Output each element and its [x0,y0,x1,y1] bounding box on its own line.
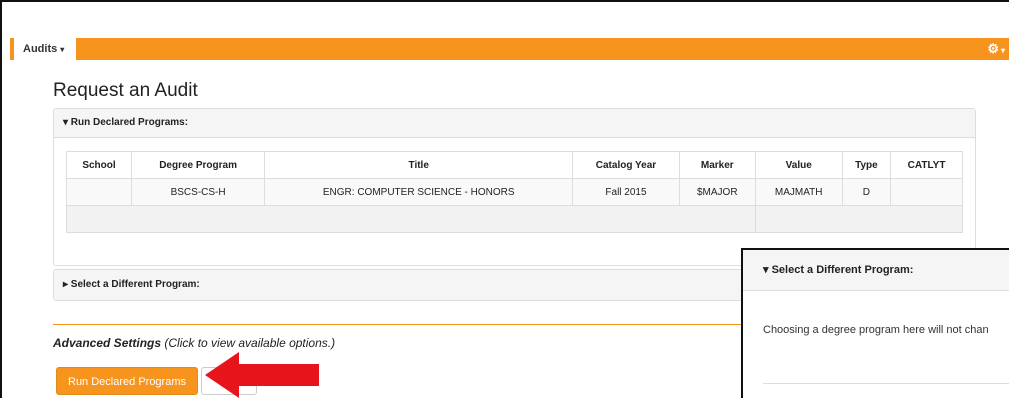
column-header: Degree Program [130,151,266,179]
empty-cell [754,205,964,233]
chevron-down-icon: ▾ [60,45,65,54]
divider [53,324,753,325]
declared-programs-table: School Degree Program Title Catalog Year Mar… [66,151,964,233]
settings-menu[interactable]: ⚙ ▾ [987,41,1005,57]
empty-row [66,205,964,233]
column-header: Marker [678,151,756,179]
table-body: BSCS-CS-H ENGR: COMPUTER SCIENCE - HONORS… [66,178,964,233]
table-header-row: School Degree Program Title Catalog Year Mar… [66,151,963,179]
run-declared-programs-button[interactable]: Run Declared Programs [56,367,198,395]
table-cell: BSCS-CS-H [130,178,266,206]
audits-menu-label: Audits [23,43,58,55]
zoom-divider [763,383,1009,384]
column-header: CATLYT [890,151,963,179]
zoom-different-program-heading[interactable]: ▾ Select a Different Program: [743,250,1009,291]
gear-icon: ⚙ [987,41,999,56]
column-header: Title [264,151,574,179]
advanced-settings-hint: (Click to view available options.) [161,336,336,350]
table-row[interactable]: BSCS-CS-H ENGR: COMPUTER SCIENCE - HONORS… [66,178,963,206]
table-cell: MAJMATH [754,178,843,206]
column-header: Value [754,151,843,179]
empty-cell [66,205,756,233]
declared-programs-panel: ▾ Run Declared Programs: School Degree Pr… [53,108,976,266]
page-title: Request an Audit [53,80,198,101]
audits-menu[interactable]: Audits ▾ [10,38,76,60]
table-cell: $MAJOR [678,178,756,206]
column-header: Catalog Year [572,151,680,179]
zoom-callout: ▾ Select a Different Program: Choosing a… [741,248,1009,398]
declared-programs-toggle[interactable]: ▾ Run Declared Programs: [54,109,975,138]
zoom-description-text: Choosing a degree program here will not … [763,324,989,336]
table-cell [890,178,963,206]
advanced-settings-label: Advanced Settings [53,336,162,350]
column-header: School [66,151,132,179]
table-cell: Fall 2015 [572,178,680,206]
table-cell: ENGR: COMPUTER SCIENCE - HONORS [264,178,574,206]
advanced-settings-link[interactable]: Advanced Settings (Click to view availab… [53,336,335,350]
arrow-shape [205,352,319,398]
chevron-down-icon: ▾ [1000,46,1005,55]
top-nav-bar: Audits ▾ ⚙ ▾ [10,38,1009,60]
table-cell: D [841,178,892,206]
table-cell [66,178,132,206]
red-arrow-annotation [205,352,319,398]
column-header: Type [841,151,892,179]
